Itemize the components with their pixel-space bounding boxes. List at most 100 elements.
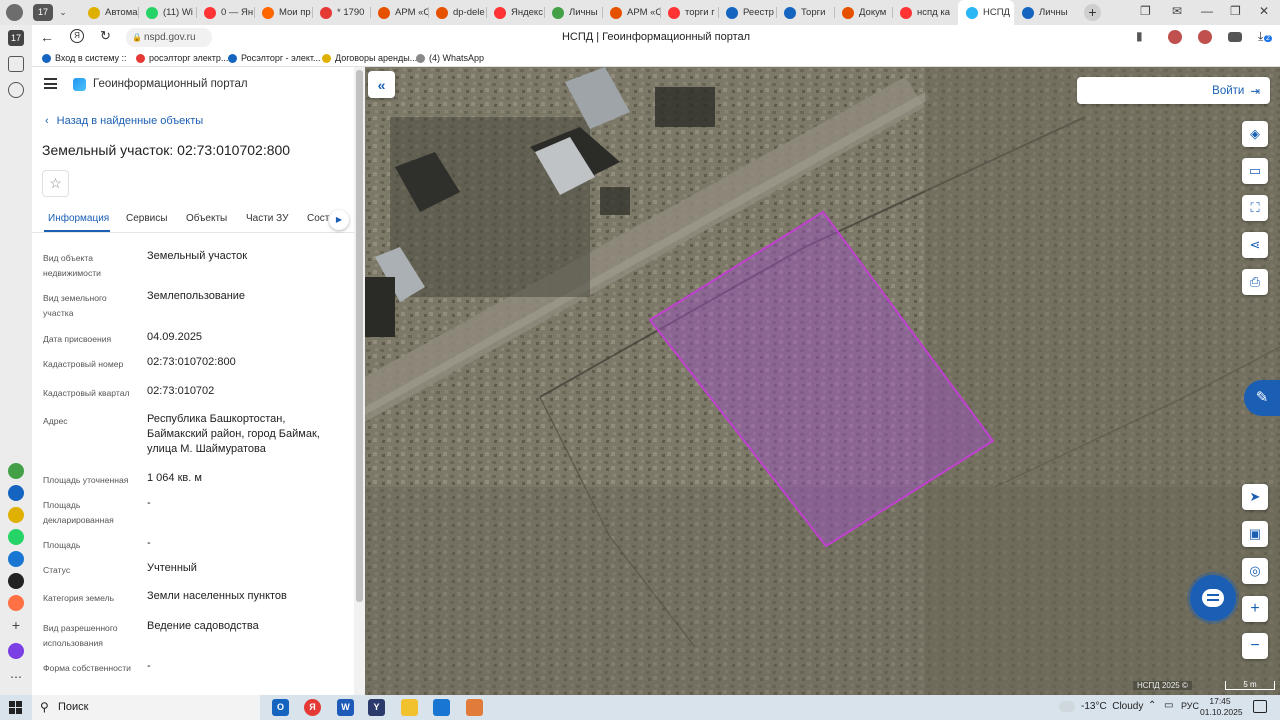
new-tab-button[interactable]: + (1084, 4, 1101, 21)
back-link[interactable]: ‹ Назад в найденные объекты (45, 115, 203, 127)
favorite-star-button[interactable]: ☆ (42, 170, 69, 197)
windows-start-icon[interactable] (9, 701, 22, 714)
satellite-map[interactable]: « Войти ⇥ ◈ ▭ ⛶ ⋖ ⎙ ✎ ➤ ▣ ◎ + − НСПД 202… (365, 67, 1280, 695)
tab-counter[interactable]: 17 (33, 4, 53, 21)
alice-icon[interactable] (8, 643, 24, 659)
extension-2-icon[interactable] (1198, 30, 1212, 44)
sidebar-collections-icon[interactable] (8, 56, 24, 72)
notification-center-icon[interactable] (1253, 700, 1267, 713)
browser-tab[interactable]: 0 — Ян (196, 0, 254, 25)
clock-time: 17:45 (1209, 696, 1231, 706)
browser-tab[interactable]: Личны (1014, 0, 1072, 25)
browser-tab[interactable]: Докум (834, 0, 892, 25)
sidebar-app-1-icon[interactable] (8, 463, 24, 479)
tab-list-dropdown-icon[interactable]: ⌄ (56, 4, 70, 21)
sidebar-app-5-icon[interactable] (8, 551, 24, 567)
tabs-icon[interactable]: ❐ (1140, 4, 1151, 18)
file-explorer-icon[interactable] (401, 699, 418, 716)
app-icon[interactable] (433, 699, 450, 716)
tab-item[interactable]: Сервисы (126, 213, 167, 224)
tab-item[interactable]: Объекты (186, 213, 227, 224)
network-icon[interactable]: ▭ (1164, 700, 1173, 711)
map-scale: 5 m (1225, 681, 1275, 690)
word-icon[interactable]: W (337, 699, 354, 716)
yandex-icon-active[interactable]: Y (368, 699, 385, 716)
extension-1-icon[interactable] (1168, 30, 1182, 44)
select-area-button[interactable]: ⛶ (1242, 195, 1268, 221)
browser-tab[interactable]: Автома (80, 0, 138, 25)
sidebar-app-6-icon[interactable] (8, 573, 24, 589)
browser-tab[interactable]: торги г (660, 0, 718, 25)
downloads-icon[interactable]: ⤓ 2 (1258, 29, 1272, 44)
zoom-out-button[interactable]: − (1242, 633, 1268, 659)
browser-tab[interactable]: Торги (776, 0, 834, 25)
yandex-browser-icon[interactable]: Я (304, 699, 321, 716)
sidebar-app-2-icon[interactable] (8, 485, 24, 501)
bookmark-label: Договоры аренды... (335, 53, 418, 63)
collapse-panel-button[interactable]: « (368, 71, 395, 98)
browser-tab-active[interactable]: НСПД✕ (958, 0, 1014, 25)
field-label: Вид земельного участка (43, 293, 107, 318)
sidebar-more-icon[interactable]: ⋯ (8, 669, 24, 685)
bookmark-item[interactable]: росэлторг электр... (136, 53, 228, 63)
tab-information[interactable]: Информация (48, 213, 109, 224)
browser-tab[interactable]: Личны (544, 0, 602, 25)
browser-tab[interactable]: dp-dele (428, 0, 486, 25)
browser-tab[interactable]: * 1790 (312, 0, 370, 25)
photos-icon[interactable] (466, 699, 483, 716)
zoom-in-button[interactable]: + (1242, 596, 1268, 622)
bookmark-item[interactable]: Вход в систему :: (42, 53, 127, 63)
clock[interactable]: 17:45 01.10.2025 (1200, 696, 1243, 718)
browser-tab[interactable]: Мои пр (254, 0, 312, 25)
notifications-icon[interactable]: ✉ (1172, 4, 1182, 18)
browser-tab[interactable]: Яндекс (486, 0, 544, 25)
weather-text[interactable]: -13°C Cloudy (1081, 701, 1143, 712)
print-button[interactable]: ⎙ (1242, 269, 1268, 295)
menu-icon[interactable] (44, 78, 57, 89)
close-window-icon[interactable]: ✕ (1259, 4, 1269, 18)
extension-3-icon[interactable] (1228, 32, 1242, 42)
browser-tab[interactable]: нспд ка (892, 0, 950, 25)
sidebar-app-7-icon[interactable] (8, 595, 24, 611)
sidebar-app-3-icon[interactable] (8, 507, 24, 523)
chat-button[interactable] (1190, 575, 1236, 621)
bookmark-favicon-icon (228, 53, 237, 63)
login-button[interactable]: Войти ⇥ (1077, 77, 1270, 104)
geolocation-button[interactable]: ◎ (1242, 558, 1268, 584)
tray-chevron-icon[interactable]: ⌃ (1148, 700, 1156, 711)
minimize-icon[interactable]: — (1201, 4, 1213, 18)
whatsapp-icon[interactable] (8, 529, 24, 545)
field-value: - (147, 537, 151, 549)
sidebar-add-icon[interactable]: + (8, 617, 24, 633)
share-button[interactable]: ⋖ (1242, 232, 1268, 258)
field-value: Землепользование (147, 290, 246, 302)
browser-tab[interactable]: АРМ «С (602, 0, 660, 25)
language-indicator[interactable]: РУС (1181, 701, 1199, 711)
bookmark-icon[interactable]: ▮ (1136, 29, 1143, 43)
field-label: Вид разрешенного использования (43, 623, 118, 648)
browser-sidebar: 17 + ⋯ (0, 25, 32, 695)
tab-item[interactable]: Части ЗУ (246, 213, 288, 224)
login-label: Войти (1212, 84, 1245, 97)
outlook-icon[interactable]: O (272, 699, 289, 716)
ruler-button[interactable]: ▭ (1242, 158, 1268, 184)
navigate-button[interactable]: ➤ (1242, 484, 1268, 510)
tabs-scroll-right-button[interactable]: ▶ (329, 210, 349, 230)
sidebar-history-icon[interactable] (8, 82, 24, 98)
feedback-button[interactable]: ✎ (1244, 380, 1280, 416)
browser-tab[interactable]: (11) Wi (138, 0, 196, 25)
taskbar-search[interactable]: ⚲ Поиск (32, 695, 260, 720)
browser-tab[interactable]: АРМ «С (370, 0, 428, 25)
panel-scrollbar-thumb[interactable] (356, 70, 363, 602)
tab-favicon-icon (378, 6, 390, 19)
browser-tab[interactable]: Реестр (718, 0, 776, 25)
browser-profile-avatar[interactable] (6, 4, 23, 21)
minimap-button[interactable]: ▣ (1242, 521, 1268, 547)
bookmark-item[interactable]: Договоры аренды... (322, 53, 417, 63)
sidebar-counter-icon[interactable]: 17 (8, 30, 24, 46)
object-title: Земельный участок: 02:73:010702:800 (42, 142, 291, 158)
layers-button[interactable]: ◈ (1242, 121, 1268, 147)
maximize-icon[interactable]: ❐ (1230, 4, 1241, 18)
bookmark-item[interactable]: Росэлторг - элект... (228, 53, 321, 63)
bookmark-item[interactable]: (4) WhatsApp (416, 53, 484, 63)
